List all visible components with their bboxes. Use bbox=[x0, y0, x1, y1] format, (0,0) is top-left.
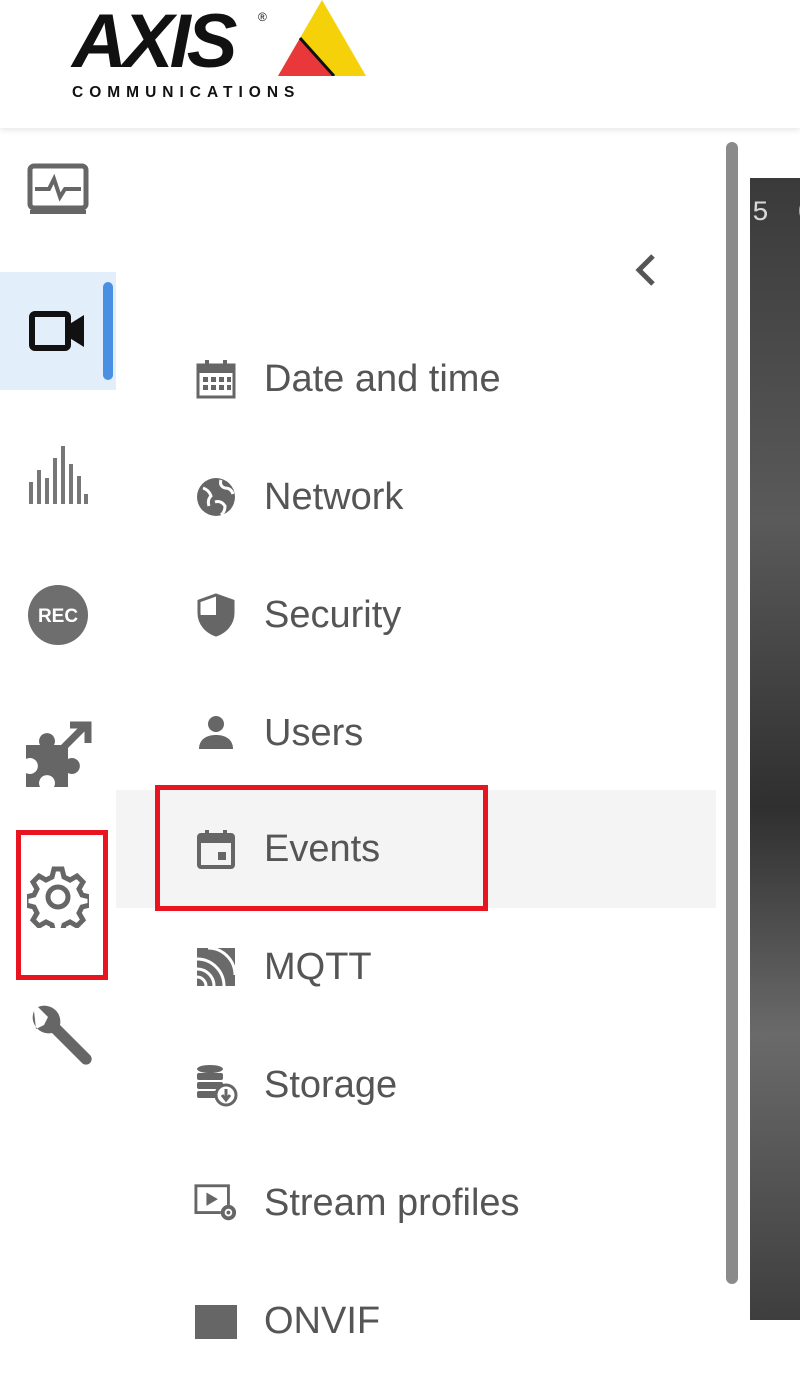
menu-item-storage[interactable]: Storage bbox=[116, 1026, 716, 1144]
menu-item-label: Events bbox=[264, 827, 381, 870]
logo-triangle-icon bbox=[278, 0, 366, 76]
menu-item-label: MQTT bbox=[264, 945, 372, 988]
onvif-icon bbox=[194, 1299, 238, 1343]
collapse-menu-button[interactable] bbox=[621, 242, 671, 298]
menu-item-security[interactable]: Security bbox=[116, 556, 716, 674]
video-camera-icon bbox=[29, 311, 84, 351]
app-header: AXIS ® COMMUNICATIONS bbox=[0, 0, 800, 128]
menu-item-label: Security bbox=[264, 593, 402, 636]
rail-item-status[interactable] bbox=[0, 130, 116, 248]
globe-icon bbox=[194, 475, 238, 519]
bar-chart-icon bbox=[29, 446, 88, 504]
user-icon bbox=[194, 711, 238, 755]
settings-menu: Date and time Network Security Users Eve… bbox=[116, 130, 750, 1342]
logo-subtitle: COMMUNICATIONS bbox=[72, 84, 301, 101]
active-indicator bbox=[103, 282, 113, 380]
menu-item-label: Users bbox=[264, 711, 364, 754]
rail-item-recordings[interactable]: REC bbox=[0, 556, 116, 674]
shield-icon bbox=[194, 593, 238, 637]
rail-item-maintenance[interactable] bbox=[0, 980, 116, 1098]
icon-rail: REC bbox=[0, 130, 116, 1320]
calendar-grid-icon bbox=[194, 357, 238, 401]
menu-item-users[interactable]: Users bbox=[116, 674, 716, 792]
menu-item-stream-profiles[interactable]: Stream profiles bbox=[116, 1144, 716, 1262]
rail-item-analytics[interactable] bbox=[0, 416, 116, 534]
menu-item-network[interactable]: Network bbox=[116, 438, 716, 556]
menu-item-events[interactable]: Events bbox=[116, 790, 716, 908]
rail-item-system[interactable] bbox=[0, 838, 116, 956]
menu-item-label: Network bbox=[264, 475, 404, 518]
rec-label: REC bbox=[38, 606, 78, 627]
rec-icon: REC bbox=[28, 585, 88, 645]
menu-scrollbar[interactable] bbox=[726, 142, 738, 1284]
status-monitor-icon bbox=[27, 163, 89, 214]
menu-item-label: Storage bbox=[264, 1063, 398, 1106]
stream-profile-icon bbox=[194, 1181, 238, 1225]
mqtt-icon bbox=[194, 945, 238, 989]
logo-wordmark: AXIS bbox=[72, 0, 237, 84]
event-calendar-icon bbox=[194, 827, 238, 871]
gear-icon bbox=[27, 866, 89, 928]
video-overlay-text: 5 0 bbox=[752, 198, 800, 229]
chevron-left-icon bbox=[635, 254, 655, 286]
wrench-icon bbox=[32, 1005, 92, 1065]
menu-item-onvif[interactable]: ONVIF bbox=[116, 1262, 716, 1380]
video-stream[interactable]: 5 0 bbox=[750, 178, 800, 1320]
puzzle-arrow-icon bbox=[26, 721, 92, 787]
axis-logo[interactable]: AXIS ® COMMUNICATIONS bbox=[60, 0, 370, 110]
menu-item-mqtt[interactable]: MQTT bbox=[116, 908, 716, 1026]
rail-item-apps[interactable] bbox=[0, 696, 116, 814]
menu-item-date-and-time[interactable]: Date and time bbox=[116, 320, 716, 438]
menu-item-label: Stream profiles bbox=[264, 1181, 520, 1224]
menu-item-label: ONVIF bbox=[264, 1299, 381, 1342]
rail-item-video[interactable] bbox=[0, 272, 116, 390]
menu-item-label: Date and time bbox=[264, 357, 501, 400]
storage-icon bbox=[194, 1063, 238, 1107]
